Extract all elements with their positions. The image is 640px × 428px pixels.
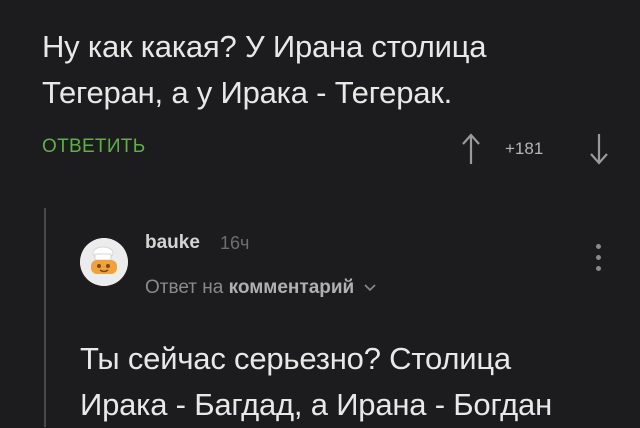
comment-time: 16ч — [220, 233, 250, 253]
reply-to-link[interactable]: Ответ на комментарий — [145, 277, 376, 299]
reply-to-target: комментарий — [228, 277, 355, 298]
reply-button[interactable]: ОТВЕТИТЬ — [42, 136, 145, 158]
arrow-down-icon — [590, 134, 608, 165]
reply-comment-text: Ты сейчас серьезно? Столица Ирака - Багд… — [80, 341, 553, 422]
avatar[interactable] — [80, 238, 128, 286]
upvote-button[interactable] — [460, 132, 482, 166]
arrow-up-icon — [462, 133, 480, 164]
chevron-down-icon — [363, 284, 376, 292]
more-options-button[interactable] — [590, 244, 606, 278]
thread-line — [44, 208, 46, 427]
downvote-button[interactable] — [588, 132, 610, 166]
more-vertical-icon — [595, 244, 601, 249]
rating-value: +181 — [505, 139, 544, 158]
chef-avatar-icon — [80, 238, 128, 286]
parent-comment-text: Ну как какая? У Ирана столица Тегеран, а… — [42, 29, 487, 110]
reply-to-prefix: Ответ на — [145, 277, 224, 298]
author-name[interactable]: bauke — [145, 232, 200, 254]
